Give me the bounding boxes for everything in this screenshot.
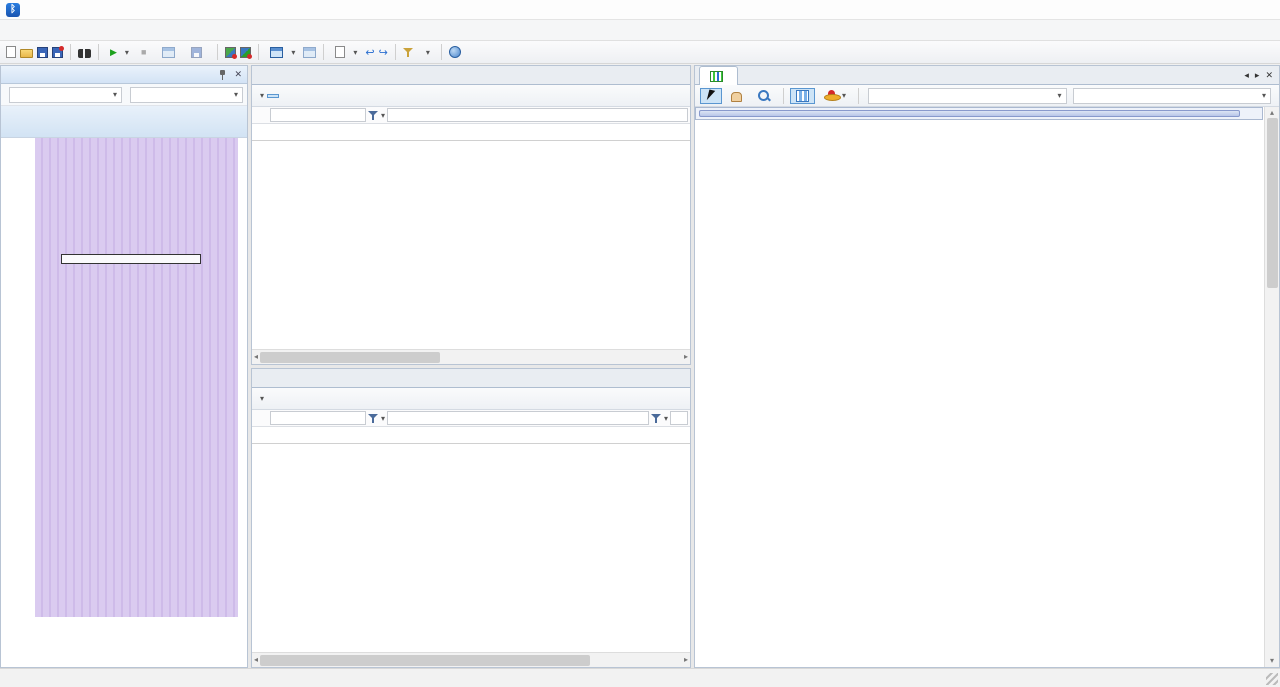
spectrum-icon [710, 71, 723, 82]
bluetooth-app-icon: ᛒ [6, 3, 20, 17]
prev-marker-icon[interactable]: ↩ [365, 46, 374, 59]
filter-funnel-icon[interactable] [368, 413, 379, 424]
tab-scroll-right-icon[interactable]: ▸ [1255, 70, 1260, 81]
instant-spectrum-panel: ◂ ▸ ✕ ▾ ▾ ▾ [694, 65, 1280, 668]
record-config-icon[interactable] [240, 47, 251, 58]
spectrum-toolbar: ▾ ▾ ▾ [695, 85, 1279, 107]
find-icon[interactable] [78, 49, 91, 58]
overview-strip[interactable] [1, 106, 247, 138]
hci-filter-row: ▾ ▾ [252, 410, 690, 427]
extra-filter-input[interactable] [670, 411, 688, 425]
save-continue-icon [191, 47, 202, 58]
range-controls: ▾ ▾ [1, 84, 247, 106]
hci-overview-panel: ▾ ▾ ▾ ◂▸ [251, 368, 691, 668]
columns-icon [796, 90, 809, 102]
bredr-overview-panel: ▾ ▾ ◂▸ [251, 65, 691, 365]
app-window: ᛒ ▶▾ ■ ▾ ▾ ↩ ↪ ▾ [0, 0, 1280, 687]
bredr-hscrollbar[interactable]: ◂▸ [252, 349, 690, 364]
origin-combo[interactable]: ▾ [868, 88, 1067, 104]
all-layers-button[interactable] [267, 94, 279, 98]
select-tool-button[interactable] [700, 88, 722, 104]
record-settings-icon[interactable] [225, 47, 236, 58]
restart-icon [162, 47, 175, 58]
status-bar [0, 668, 1280, 687]
save-icon[interactable] [37, 47, 48, 58]
goto-icon[interactable] [303, 47, 316, 58]
new-file-icon[interactable] [6, 46, 16, 58]
open-file-icon[interactable] [20, 49, 33, 58]
end-combo[interactable]: ▾ [130, 87, 243, 103]
pin-icon[interactable] [219, 69, 227, 81]
type-filter-input[interactable] [270, 411, 366, 425]
instant-channels-panel: ✕ ▾ ▾ [0, 65, 248, 668]
markers-icon [335, 46, 345, 58]
l2cap-hat-icon [824, 90, 839, 101]
hci-table [252, 444, 690, 652]
spectrum-body: ▴▾ [695, 107, 1279, 667]
stop-button[interactable]: ■ [137, 46, 154, 58]
restart-button[interactable] [158, 46, 183, 59]
tab-instant-spectrum[interactable] [699, 66, 738, 85]
main-toolbar: ▶▾ ■ ▾ ▾ ↩ ↪ ▾ [0, 41, 1280, 64]
save-as-icon[interactable] [52, 47, 63, 58]
all-layers-button[interactable] [267, 397, 279, 401]
cursor-icon [706, 90, 716, 102]
globe-icon[interactable] [449, 46, 461, 58]
filtering-button[interactable]: ▾ [418, 47, 434, 58]
bredr-table-header [252, 124, 690, 141]
bredr-filter-row: ▾ [252, 107, 690, 124]
close-panel-icon[interactable]: ✕ [234, 69, 242, 80]
hand-icon [731, 92, 742, 102]
zoom-bar[interactable] [695, 107, 1263, 120]
filter-funnel-icon[interactable] [651, 413, 662, 424]
markers-button[interactable]: ▾ [331, 45, 361, 59]
save-continue-button[interactable] [187, 46, 210, 59]
columns-view-button[interactable] [790, 88, 815, 104]
magnifier-icon [757, 89, 771, 103]
pan-tool-button[interactable] [725, 88, 748, 104]
navigate-button[interactable]: ▾ [266, 46, 299, 59]
title-bar: ᛒ [0, 0, 1280, 20]
channels-chart [1, 138, 247, 667]
close-tab-icon[interactable]: ✕ [1265, 70, 1273, 81]
hci-hscrollbar[interactable]: ◂▸ [252, 652, 690, 667]
tab-scroll-left-icon[interactable]: ◂ [1244, 70, 1249, 81]
zoom-bar-thumb[interactable] [699, 110, 1240, 117]
spectrum-vscrollbar[interactable]: ▴▾ [1264, 107, 1279, 667]
hci-table-header [252, 427, 690, 444]
span-combo[interactable]: ▾ [1073, 88, 1272, 104]
instant-channels-header: ✕ [1, 66, 247, 84]
bredr-toolbar: ▾ [252, 85, 690, 107]
begin-combo[interactable]: ▾ [9, 87, 122, 103]
filtering-icon[interactable] [403, 47, 414, 58]
type-filter-input[interactable] [270, 108, 366, 122]
record-button[interactable]: ▶▾ [106, 46, 133, 59]
next-marker-icon[interactable]: ↪ [379, 46, 388, 59]
zoom-tool-button[interactable] [751, 87, 777, 105]
hci-toolbar: ▾ [252, 388, 690, 410]
resize-grip[interactable] [1266, 673, 1278, 685]
bredr-table [252, 141, 690, 349]
chart-x-axis [35, 617, 238, 667]
chart-legend [61, 254, 201, 264]
menu-bar [0, 20, 1280, 41]
packet-type-button[interactable]: ▾ [818, 88, 852, 103]
filter-funnel-icon[interactable] [368, 110, 379, 121]
item-filter-input[interactable] [387, 411, 649, 425]
item-filter-input[interactable] [387, 108, 688, 122]
navigate-icon [270, 47, 283, 58]
